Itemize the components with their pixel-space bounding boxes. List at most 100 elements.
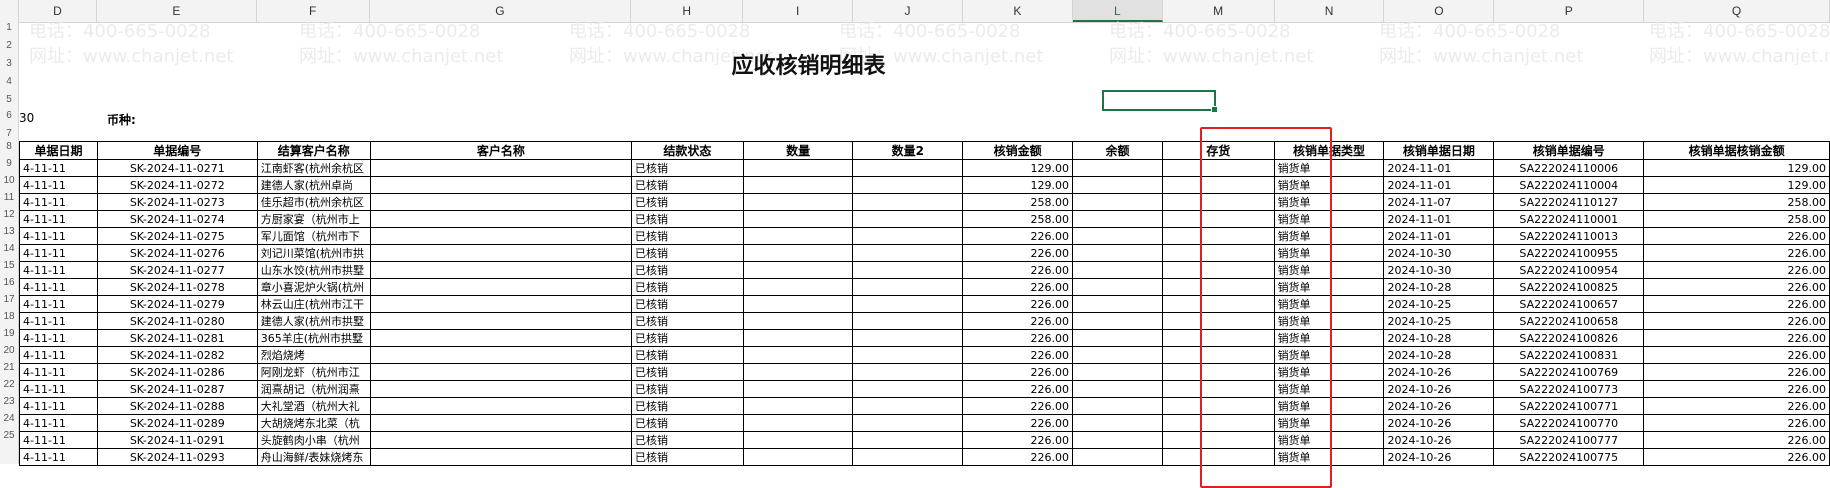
cell-settle-customer[interactable]: 大胡烧烤东北菜（杭 xyxy=(256,414,371,432)
cell-customer[interactable] xyxy=(369,363,632,381)
cell-doc-number[interactable]: SK-2024-11-0278 xyxy=(96,278,258,296)
cell-balance[interactable] xyxy=(1072,227,1163,245)
cell-doc-number[interactable]: SK-2024-11-0282 xyxy=(96,346,258,364)
cell-quantity[interactable] xyxy=(742,176,854,194)
cell-doc-date[interactable]: 4-11-11 xyxy=(19,329,98,347)
cell-settle-customer[interactable]: 刘记川菜馆(杭州市拱 xyxy=(256,244,371,262)
cell-writeoff-amount[interactable]: 226.00 xyxy=(962,346,1074,364)
cell-doc-number[interactable]: SK-2024-11-0271 xyxy=(96,159,258,177)
cell-inventory[interactable] xyxy=(1161,295,1275,313)
cell-writeoff-number[interactable]: SA222024110006 xyxy=(1493,159,1645,177)
cell-writeoff-type[interactable]: 销货单 xyxy=(1273,227,1385,245)
cell-writeoff-type[interactable]: 销货单 xyxy=(1273,448,1385,466)
cell-writeoff-date[interactable]: 2024-10-28 xyxy=(1383,346,1495,364)
cell-writeoff-date[interactable]: 2024-10-26 xyxy=(1383,363,1495,381)
cell-settle-status[interactable]: 已核销 xyxy=(630,244,744,262)
cell-customer[interactable] xyxy=(369,278,632,296)
row-number[interactable]: 11 xyxy=(0,192,18,203)
cell-writeoff-number[interactable]: SA222024110001 xyxy=(1493,210,1645,228)
row-number[interactable]: 9 xyxy=(0,158,18,169)
cell-doc-number[interactable]: SK-2024-11-0280 xyxy=(96,312,258,330)
column-header-d[interactable]: D xyxy=(19,0,97,22)
cell-balance[interactable] xyxy=(1072,329,1163,347)
cell-writeoff-type[interactable]: 销货单 xyxy=(1273,159,1385,177)
cell-inventory[interactable] xyxy=(1161,414,1275,432)
cell-writeoff-number[interactable]: SA222024100777 xyxy=(1493,431,1645,449)
cell-writeoff-number[interactable]: SA222024100773 xyxy=(1493,380,1645,398)
cell-settle-customer[interactable]: 大礼堂酒（杭州大礼 xyxy=(256,397,371,415)
cell-writeoff-amount[interactable]: 226.00 xyxy=(962,261,1074,279)
cell-customer[interactable] xyxy=(369,380,632,398)
cell-writeoff-date[interactable]: 2024-10-30 xyxy=(1383,261,1495,279)
header-writeoff-type[interactable]: 核销单据类型 xyxy=(1273,141,1385,160)
cell-writeoff-type[interactable]: 销货单 xyxy=(1273,278,1385,296)
cell-balance[interactable] xyxy=(1072,261,1163,279)
header-quantity[interactable]: 数量 xyxy=(742,141,854,160)
column-header-j[interactable]: J xyxy=(853,0,963,22)
cell-quantity2[interactable] xyxy=(852,397,964,415)
cell-writeoff-doc-amount[interactable]: 226.00 xyxy=(1643,278,1830,296)
row-number[interactable]: 14 xyxy=(0,243,18,254)
cell-writeoff-amount[interactable]: 258.00 xyxy=(962,210,1074,228)
header-balance[interactable]: 余额 xyxy=(1072,141,1163,160)
cell-doc-date[interactable]: 4-11-11 xyxy=(19,278,98,296)
cell-doc-date[interactable]: 4-11-11 xyxy=(19,448,98,466)
cell-settle-status[interactable]: 已核销 xyxy=(630,363,744,381)
cell-writeoff-doc-amount[interactable]: 226.00 xyxy=(1643,448,1830,466)
cell-quantity2[interactable] xyxy=(852,159,964,177)
cell-writeoff-number[interactable]: SA222024100658 xyxy=(1493,312,1645,330)
cell-customer[interactable] xyxy=(369,414,632,432)
cell-inventory[interactable] xyxy=(1161,312,1275,330)
cell-balance[interactable] xyxy=(1072,363,1163,381)
cell-quantity[interactable] xyxy=(742,159,854,177)
cell-writeoff-number[interactable]: SA222024100955 xyxy=(1493,244,1645,262)
cell-balance[interactable] xyxy=(1072,159,1163,177)
row-number[interactable]: 15 xyxy=(0,260,18,271)
cell-inventory[interactable] xyxy=(1161,227,1275,245)
cell-doc-date[interactable]: 4-11-11 xyxy=(19,414,98,432)
cell-settle-status[interactable]: 已核销 xyxy=(630,448,744,466)
cell-settle-status[interactable]: 已核销 xyxy=(630,329,744,347)
cell-writeoff-doc-amount[interactable]: 226.00 xyxy=(1643,329,1830,347)
cell-writeoff-doc-amount[interactable]: 226.00 xyxy=(1643,261,1830,279)
cell-doc-date[interactable]: 4-11-11 xyxy=(19,261,98,279)
cell-writeoff-date[interactable]: 2024-10-30 xyxy=(1383,244,1495,262)
cell-settle-customer[interactable]: 山东水饺(杭州市拱墅 xyxy=(256,261,371,279)
cell-writeoff-date[interactable]: 2024-11-01 xyxy=(1383,159,1495,177)
cell-settle-status[interactable]: 已核销 xyxy=(630,261,744,279)
cell-quantity2[interactable] xyxy=(852,329,964,347)
cell-customer[interactable] xyxy=(369,312,632,330)
cell-customer[interactable] xyxy=(369,227,632,245)
cell-settle-status[interactable]: 已核销 xyxy=(630,176,744,194)
cell-inventory[interactable] xyxy=(1161,346,1275,364)
cell-settle-customer[interactable]: 舟山海鲜/表妹烧烤东 xyxy=(256,448,371,466)
cell-writeoff-type[interactable]: 销货单 xyxy=(1273,193,1385,211)
cell-doc-date[interactable]: 4-11-11 xyxy=(19,227,98,245)
cell-writeoff-doc-amount[interactable]: 226.00 xyxy=(1643,397,1830,415)
cell-writeoff-type[interactable]: 销货单 xyxy=(1273,210,1385,228)
cell-settle-customer[interactable]: 头旋鹤肉小串（杭州 xyxy=(256,431,371,449)
cell-doc-date[interactable]: 4-11-11 xyxy=(19,244,98,262)
column-header-m[interactable]: M xyxy=(1163,0,1275,22)
row-number[interactable]: 12 xyxy=(0,209,18,220)
cell-doc-date[interactable]: 4-11-11 xyxy=(19,193,98,211)
cell-balance[interactable] xyxy=(1072,244,1163,262)
cell-inventory[interactable] xyxy=(1161,363,1275,381)
cell-writeoff-number[interactable]: SA222024100775 xyxy=(1493,448,1645,466)
column-header-k[interactable]: K xyxy=(963,0,1073,22)
cell-balance[interactable] xyxy=(1072,312,1163,330)
cell-balance[interactable] xyxy=(1072,176,1163,194)
cell-writeoff-number[interactable]: SA222024110004 xyxy=(1493,176,1645,194)
column-header-f[interactable]: F xyxy=(257,0,370,22)
cell-settle-customer[interactable]: 建德人家(杭州卓尚 xyxy=(256,176,371,194)
cell-quantity2[interactable] xyxy=(852,261,964,279)
cell-balance[interactable] xyxy=(1072,414,1163,432)
row-number[interactable]: 19 xyxy=(0,328,18,339)
row-number[interactable]: 4 xyxy=(0,76,18,87)
cell-writeoff-amount[interactable]: 226.00 xyxy=(962,329,1074,347)
cell-customer[interactable] xyxy=(369,176,632,194)
row-number[interactable]: 21 xyxy=(0,362,18,373)
header-writeoff-date[interactable]: 核销单据日期 xyxy=(1383,141,1495,160)
cell-quantity[interactable] xyxy=(742,397,854,415)
cell-writeoff-number[interactable]: SA222024100657 xyxy=(1493,295,1645,313)
